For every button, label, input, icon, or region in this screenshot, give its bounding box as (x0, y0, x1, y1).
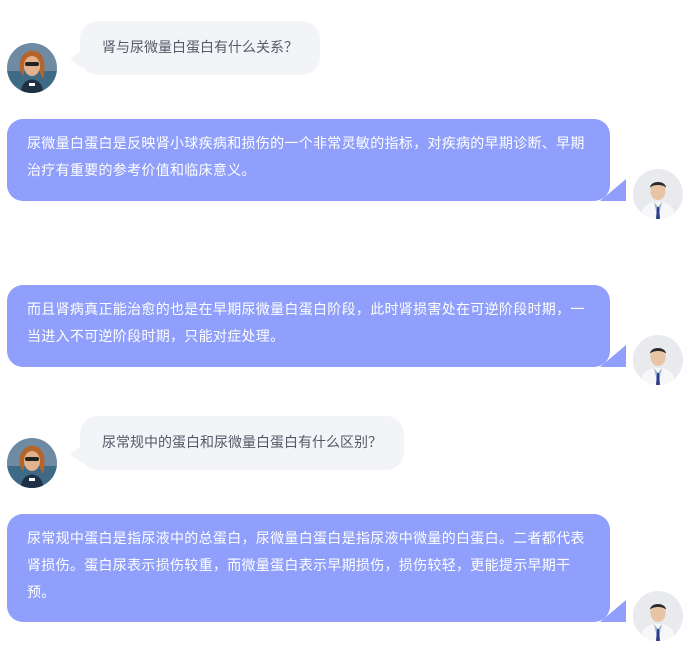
user-message-text: 肾与尿微量白蛋白有什么关系？ (102, 40, 298, 56)
doctor-message-bubble: 尿常规中蛋白是指尿液中的总蛋白，尿微量白蛋白是指尿液中微量的白蛋白。二者都代表肾… (7, 514, 626, 622)
doctor-avatar (633, 591, 683, 641)
doctor-message-text: 而且肾病真正能治愈的也是在早期尿微量白蛋白阶段，此时肾损害处在可逆阶段时期，一当… (27, 302, 585, 345)
bubble-tail (600, 179, 626, 201)
bubble-tail (600, 600, 626, 622)
user-avatar (7, 438, 57, 488)
doctor-message-text: 尿微量白蛋白是反映肾小球疾病和损伤的一个非常灵敏的指标，对疾病的早期诊断、早期治… (27, 136, 585, 179)
user-message-bubble: 肾与尿微量白蛋白有什么关系？ (70, 21, 320, 75)
user-avatar (7, 43, 57, 93)
bubble-tail (600, 345, 626, 367)
doctor-avatar (633, 335, 683, 385)
doctor-message-text: 尿常规中蛋白是指尿液中的总蛋白，尿微量白蛋白是指尿液中微量的白蛋白。二者都代表肾… (27, 531, 585, 601)
user-message-bubble: 尿常规中的蛋白和尿微量白蛋白有什么区别？ (70, 416, 404, 470)
doctor-message-bubble: 尿微量白蛋白是反映肾小球疾病和损伤的一个非常灵敏的指标，对疾病的早期诊断、早期治… (7, 119, 626, 201)
doctor-message-bubble: 而且肾病真正能治愈的也是在早期尿微量白蛋白阶段，此时肾损害处在可逆阶段时期，一当… (7, 285, 626, 367)
doctor-avatar (633, 169, 683, 219)
user-message-text: 尿常规中的蛋白和尿微量白蛋白有什么区别？ (102, 435, 382, 451)
